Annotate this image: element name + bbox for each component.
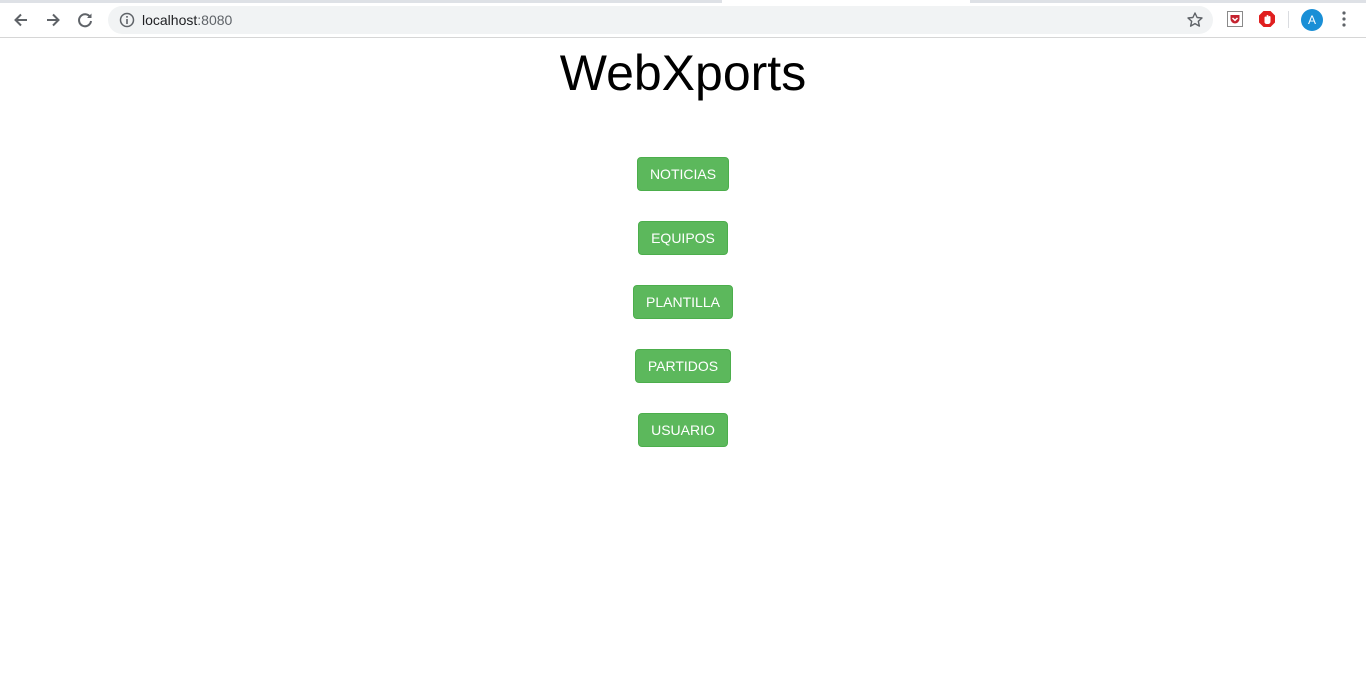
profile-avatar[interactable]: A [1301,9,1323,31]
noticias-button[interactable]: NOTICIAS [636,157,730,191]
forward-button[interactable] [40,7,66,33]
url-port: :8080 [197,12,233,28]
equipos-button[interactable]: EQUIPOS [638,221,728,255]
tab-strip [0,0,1366,3]
back-arrow-icon [14,13,27,27]
main-menu: NOTICIAS EQUIPOS PLANTILLA PARTIDOS USUA… [0,157,1366,477]
browser-toolbar: localhost:8080 A [0,0,1366,38]
page-content: WebXports NOTICIAS EQUIPOS PLANTILLA PAR… [0,39,1366,696]
usuario-button[interactable]: USUARIO [638,413,728,447]
plantilla-button[interactable]: PLANTILLA [633,285,733,319]
toolbar-separator [1288,11,1289,28]
url-text[interactable]: localhost:8080 [142,12,232,28]
star-icon[interactable] [1186,11,1204,29]
adblock-extension-icon[interactable] [1258,10,1276,28]
kebab-menu-icon[interactable] [1336,10,1352,28]
reload-button[interactable] [72,7,98,33]
info-icon[interactable] [119,12,135,28]
address-bar[interactable]: localhost:8080 [108,6,1213,34]
active-tab-edge [722,0,970,3]
url-host: localhost [142,12,198,28]
partidos-button[interactable]: PARTIDOS [634,349,732,383]
forward-arrow-icon [47,13,60,27]
back-button[interactable] [8,7,34,33]
pocket-extension-icon[interactable] [1226,10,1244,28]
page-title: WebXports [559,45,807,101]
reload-icon [78,13,92,28]
